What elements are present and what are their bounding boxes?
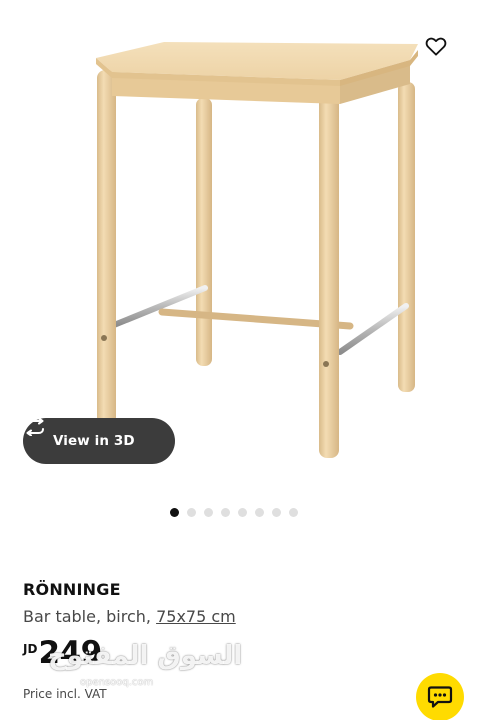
- carousel-dot-2[interactable]: [187, 507, 196, 517]
- product-image[interactable]: View in 3D: [0, 0, 487, 495]
- favorite-button[interactable]: [425, 36, 457, 68]
- carousel-dot-5[interactable]: [238, 507, 247, 517]
- carousel-dot-7[interactable]: [272, 507, 281, 517]
- carousel-pagination: [170, 507, 298, 517]
- carousel-dot-1[interactable]: [170, 507, 179, 517]
- carousel-dot-8[interactable]: [289, 507, 298, 517]
- carousel-dot-6[interactable]: [255, 507, 264, 517]
- price-value: 249: [38, 635, 102, 671]
- carousel-dot-4[interactable]: [221, 507, 230, 517]
- product-page: View in 3D RÖNNINGE Bar table, birch, 75…: [0, 0, 487, 720]
- product-description: Bar table, birch, 75x75 cm: [23, 607, 236, 626]
- heart-outline-icon: [425, 37, 447, 56]
- chat-button[interactable]: [416, 673, 464, 720]
- view-in-3d-label: View in 3D: [53, 433, 135, 449]
- carousel-dot-3[interactable]: [204, 507, 213, 517]
- product-name: RÖNNINGE: [23, 580, 121, 599]
- price-currency: JD: [23, 642, 38, 656]
- rotate-3d-icon: [26, 418, 44, 436]
- chat-bubble-icon: [427, 686, 453, 708]
- product-price: JD 249: [23, 636, 102, 669]
- product-description-text: Bar table, birch,: [23, 607, 157, 626]
- view-in-3d-button[interactable]: View in 3D: [23, 418, 175, 464]
- price-note: Price incl. VAT: [23, 687, 107, 701]
- product-size-link[interactable]: 75x75 cm: [156, 607, 236, 626]
